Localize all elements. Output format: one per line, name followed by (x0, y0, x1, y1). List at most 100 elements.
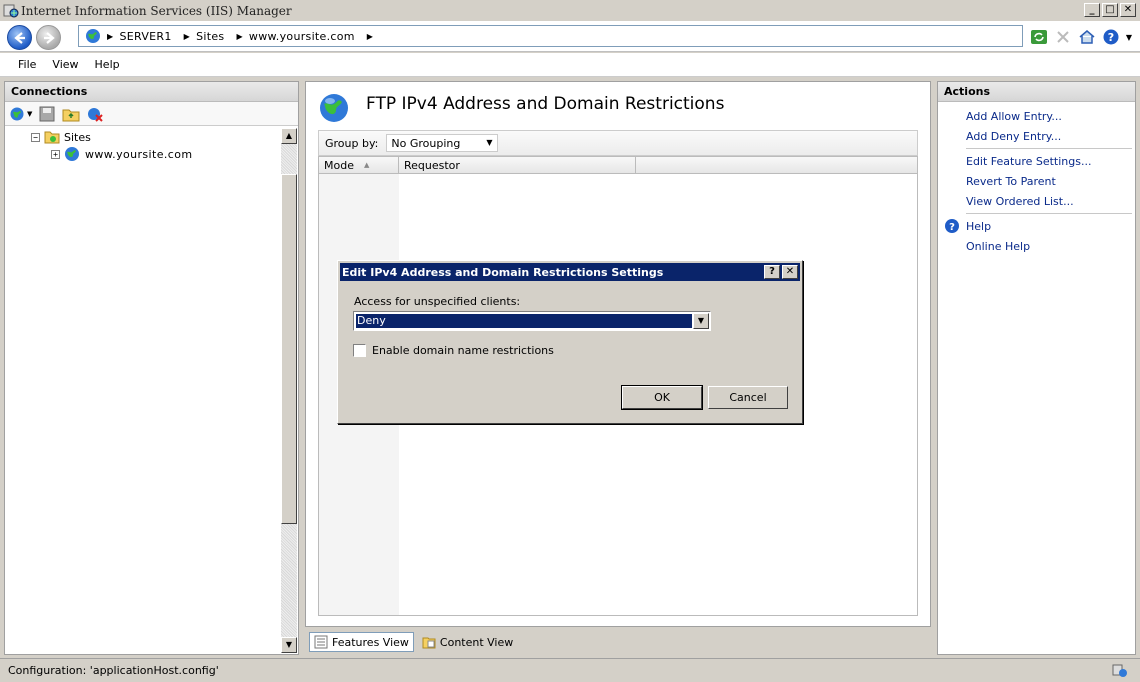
menu-file[interactable]: File (18, 58, 36, 71)
scroll-down-button[interactable]: ▼ (281, 637, 297, 653)
forward-button[interactable] (36, 25, 61, 50)
column-requestor-label: Requestor (404, 158, 460, 172)
breadcrumb-site[interactable]: www.yoursite.com (249, 30, 355, 43)
status-text: Configuration: 'applicationHost.config' (8, 664, 219, 677)
help-dropdown-icon[interactable]: ▼ (1126, 33, 1132, 42)
actions-panel: Actions Add Allow Entry... Add Deny Entr… (937, 81, 1136, 655)
tab-content-label: Content View (439, 635, 514, 649)
domain-restrictions-checkbox[interactable] (353, 344, 366, 357)
breadcrumb-arrow-icon[interactable]: ▶ (107, 32, 113, 41)
action-add-allow-entry[interactable]: Add Allow Entry... (966, 110, 1062, 123)
content-view-icon (422, 637, 436, 649)
dialog-title: Edit IPv4 Address and Domain Restriction… (342, 265, 664, 279)
ok-button[interactable]: OK (621, 385, 703, 410)
dialog-title-bar: Edit IPv4 Address and Domain Restriction… (340, 263, 800, 281)
domain-restrictions-option[interactable]: Enable domain name restrictions (353, 344, 554, 357)
address-bar[interactable]: ▶ SERVER1 ▶ Sites ▶ www.yoursite.com ▶ (78, 25, 1023, 47)
actions-header: Actions (938, 82, 1135, 102)
forward-arrow-icon (43, 31, 55, 44)
feature-globe-icon (320, 94, 348, 122)
group-by-bar: Group by: No Grouping ▼ (318, 130, 918, 156)
access-label: Access for unspecified clients: (354, 295, 521, 308)
column-mode[interactable]: Mode ▲ (319, 157, 399, 173)
domain-restrictions-label: Enable domain name restrictions (372, 344, 554, 357)
save-icon[interactable] (38, 105, 56, 123)
back-arrow-icon (13, 31, 25, 44)
chevron-down-icon[interactable]: ▼ (482, 136, 496, 150)
back-button[interactable] (7, 25, 32, 50)
minimize-button[interactable]: _ (1084, 3, 1100, 17)
action-edit-feature-settings[interactable]: Edit Feature Settings... (966, 155, 1091, 168)
breadcrumb-server[interactable]: SERVER1 (119, 30, 171, 43)
tab-features-view[interactable]: Features View (309, 632, 414, 652)
menu-bar: File View Help (0, 53, 1140, 77)
tab-features-label: Features View (332, 635, 409, 649)
cancel-button[interactable]: Cancel (708, 386, 788, 409)
home-icon[interactable] (1078, 28, 1096, 46)
disconnect-icon[interactable] (86, 105, 104, 123)
site-globe-icon (65, 147, 79, 161)
access-select-value: Deny (356, 314, 692, 328)
dialog-close-button[interactable]: ✕ (782, 265, 798, 279)
window-title: Internet Information Services (IIS) Mana… (21, 3, 292, 18)
scroll-up-button[interactable]: ▲ (281, 128, 297, 144)
menu-view[interactable]: View (52, 58, 78, 71)
connection-status-icon (1112, 664, 1127, 677)
title-bar: Internet Information Services (IIS) Mana… (0, 0, 1140, 22)
connections-header: Connections (5, 82, 298, 102)
group-by-select[interactable]: No Grouping ▼ (386, 134, 499, 152)
connections-toolbar: ▼ (5, 102, 298, 126)
refresh-icon[interactable] (1030, 28, 1048, 46)
column-requestor[interactable]: Requestor (399, 157, 636, 173)
tree-item-sites[interactable]: − Sites (31, 130, 91, 144)
action-view-ordered-list[interactable]: View Ordered List... (966, 195, 1074, 208)
dialog-help-button[interactable]: ? (764, 265, 780, 279)
maximize-button[interactable]: □ (1102, 3, 1118, 17)
stop-icon[interactable] (1054, 28, 1072, 46)
navigation-bar: ▶ SERVER1 ▶ Sites ▶ www.yoursite.com ▶ ?… (0, 22, 1140, 52)
close-button[interactable]: ✕ (1120, 3, 1136, 17)
folder-up-icon[interactable] (62, 105, 80, 123)
action-add-deny-entry[interactable]: Add Deny Entry... (966, 130, 1061, 143)
action-online-help[interactable]: Online Help (966, 240, 1030, 253)
group-by-value: No Grouping (391, 136, 461, 150)
sites-folder-icon (44, 131, 60, 144)
expand-expander[interactable]: + (51, 149, 60, 159)
collapse-expander[interactable]: − (31, 132, 40, 142)
svg-text:?: ? (949, 222, 955, 233)
scroll-thumb[interactable] (281, 174, 297, 524)
column-mode-label: Mode (324, 158, 354, 172)
breadcrumb-sites[interactable]: Sites (196, 30, 224, 43)
tree-item-site[interactable]: + www.yoursite.com (51, 146, 192, 162)
features-view-icon (314, 635, 328, 649)
help-icon[interactable]: ? (1102, 28, 1120, 46)
connect-globe-icon[interactable] (9, 105, 27, 123)
connections-panel: Connections ▼ − Sites + www.yoursite.com… (4, 81, 299, 655)
action-revert-to-parent[interactable]: Revert To Parent (966, 175, 1056, 188)
list-header: Mode ▲ Requestor (318, 156, 918, 174)
breadcrumb-arrow-icon[interactable]: ▶ (367, 32, 373, 41)
edit-settings-dialog: Edit IPv4 Address and Domain Restriction… (337, 260, 803, 424)
access-select[interactable]: Deny ▼ (353, 311, 711, 331)
connect-dropdown-icon[interactable]: ▼ (27, 110, 32, 118)
globe-icon (86, 29, 100, 43)
group-by-label: Group by: (325, 136, 379, 150)
sort-ascending-icon: ▲ (363, 161, 370, 169)
page-title: FTP IPv4 Address and Domain Restrictions (366, 94, 725, 114)
connections-scrollbar[interactable]: ▲ ▼ (281, 128, 297, 653)
menu-help[interactable]: Help (95, 58, 120, 71)
chevron-down-icon[interactable]: ▼ (693, 313, 709, 329)
iis-manager-icon (3, 4, 19, 17)
action-help[interactable]: Help (966, 220, 991, 233)
connections-tree: − Sites + www.yoursite.com (5, 128, 283, 654)
actions-divider (966, 148, 1132, 149)
tree-label-site: www.yoursite.com (85, 147, 193, 161)
tree-label-sites: Sites (64, 130, 91, 144)
view-tabs: Features View Content View (305, 630, 931, 654)
tab-content-view[interactable]: Content View (418, 632, 517, 652)
status-bar: Configuration: 'applicationHost.config' (0, 658, 1140, 682)
breadcrumb-arrow-icon[interactable]: ▶ (236, 32, 242, 41)
breadcrumb-arrow-icon[interactable]: ▶ (184, 32, 190, 41)
help-icon: ? (945, 219, 959, 233)
actions-divider (966, 213, 1132, 214)
